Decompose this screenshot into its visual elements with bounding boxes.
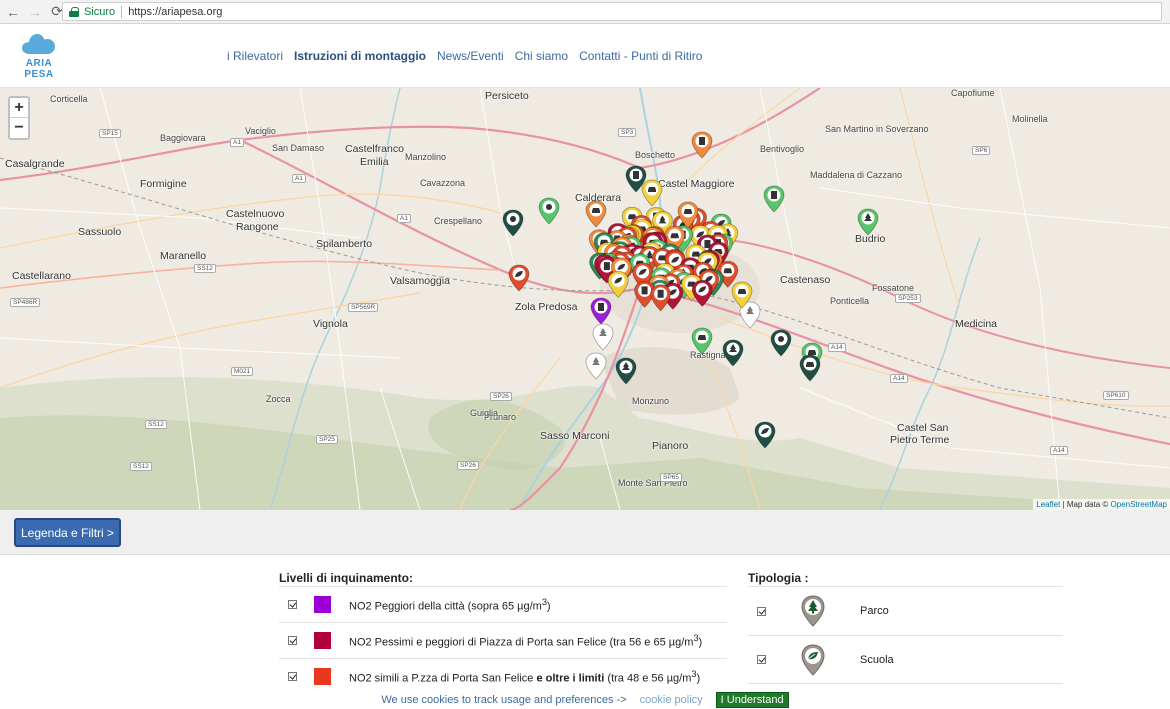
sensor-pin-icon[interactable] [585,352,607,380]
menu-istruzioni[interactable]: Istruzioni di montaggio [294,49,426,63]
cookie-policy-link[interactable]: cookie policy [640,694,703,706]
filter-checkbox[interactable] [757,655,766,664]
cloud-logo-icon [22,34,56,54]
legend-row-type[interactable]: Parco [748,586,1063,635]
site-logo[interactable]: ARIA PESA [20,32,58,82]
legend-bar: Legenda e Filtri > [0,510,1170,555]
legend-label: NO2 simili a P.zza di Porta San Felice e… [349,668,701,685]
logo-text-aria: ARIA [25,58,53,69]
sensor-pin-icon[interactable] [641,179,663,207]
menu-rilevatori[interactable]: i Rilevatori [227,49,283,63]
menu-chi-siamo[interactable]: Chi siamo [515,49,568,63]
cookie-text: We use cookies to track usage and prefer… [381,694,627,706]
site-header: ARIA PESA i Rilevatori Istruzioni di mon… [0,24,1170,88]
sensor-pin-icon[interactable] [590,297,612,325]
legend-row-pollution[interactable]: NO2 simili a P.zza di Porta San Felice e… [279,658,727,694]
leaflet-link[interactable]: Leaflet [1036,500,1060,509]
zoom-control: + − [8,96,30,140]
type-label-parco: Parco [860,605,889,617]
legend-panel: Livelli di inquinamento: Tipologia : NO2… [0,555,1170,709]
filter-checkbox[interactable] [288,672,297,681]
sensor-pin-icon[interactable] [508,264,530,292]
legend-filter-button[interactable]: Legenda e Filtri > [14,518,121,547]
back-icon[interactable]: ← [4,3,22,21]
sensor-pin-icon[interactable] [691,327,713,355]
sensor-pin-icon[interactable] [592,323,614,351]
sensor-pin-icon[interactable] [754,421,776,449]
tree-pin-icon [801,595,825,627]
zoom-out-button[interactable]: − [10,118,28,138]
sensor-pin-icon[interactable] [607,270,629,298]
cookie-banner: We use cookies to track usage and prefer… [0,691,1170,709]
sensor-pin-icon[interactable] [538,197,560,225]
sensor-pin-icon[interactable] [722,339,744,367]
browser-toolbar: ← → ⟳ Sicuro https://ariapesa.org [0,0,1170,24]
filter-checkbox[interactable] [757,606,766,616]
map-attribution: Leaflet | Map data © OpenStreetMap [1033,499,1170,510]
cookie-accept-button[interactable]: I Understand [715,692,789,708]
type-label-scuola: Scuola [860,653,894,666]
sensor-pin-icon[interactable] [691,131,713,159]
marker-canvas [502,131,879,449]
sensor-pin-icon[interactable] [799,354,821,382]
address-bar[interactable]: Sicuro https://ariapesa.org [62,2,1162,21]
legend-row-pollution[interactable]: NO2 Peggiori della città (sopra 65 µg/m3… [279,586,727,622]
filter-checkbox[interactable] [288,636,297,645]
legend-row-type[interactable]: Scuola [748,635,1063,684]
sensor-pin-icon[interactable] [857,208,879,236]
menu-contatti[interactable]: Contatti - Punti di Ritiro [579,49,702,63]
forward-icon[interactable]: → [26,3,44,21]
sensor-pin-icon[interactable] [770,329,792,357]
type-title: Tipologia : [748,571,809,585]
menu-news[interactable]: News/Eventi [437,49,504,63]
sensor-pin-icon[interactable] [763,185,785,213]
url-text[interactable]: https://ariapesa.org [128,6,222,18]
lock-icon [69,6,79,17]
sensor-pin-icon[interactable] [585,200,607,228]
secure-label: Sicuro [84,5,116,18]
sensor-pin-icon[interactable] [650,284,672,312]
sensor-pin-icon[interactable] [615,357,637,385]
legend-label: NO2 Pessimi e peggiori di Piazza di Port… [349,632,703,649]
omnibox-separator [121,5,123,18]
logo-text-pesa: PESA [24,69,54,80]
zoom-in-button[interactable]: + [10,98,28,118]
legend-label: NO2 Peggiori della città (sopra 65 µg/m3… [349,596,551,613]
color-swatch [314,668,331,685]
filter-checkbox[interactable] [288,600,297,609]
color-swatch [314,596,331,613]
legend-row-pollution[interactable]: NO2 Pessimi e peggiori di Piazza di Port… [279,622,727,658]
color-swatch [314,632,331,649]
sensor-pin-icon[interactable] [502,209,524,237]
school-pin-icon [801,643,825,676]
attribution-text: | Map data © [1060,500,1111,509]
pollution-levels-title: Livelli di inquinamento: [279,571,414,585]
osm-link[interactable]: OpenStreetMap [1111,500,1167,509]
main-menu: i Rilevatori Istruzioni di montaggio New… [227,49,702,63]
sensor-pin-icon[interactable] [691,279,713,307]
pollution-map[interactable]: Persiceto Corticella Molinella Capofiume… [0,88,1170,510]
